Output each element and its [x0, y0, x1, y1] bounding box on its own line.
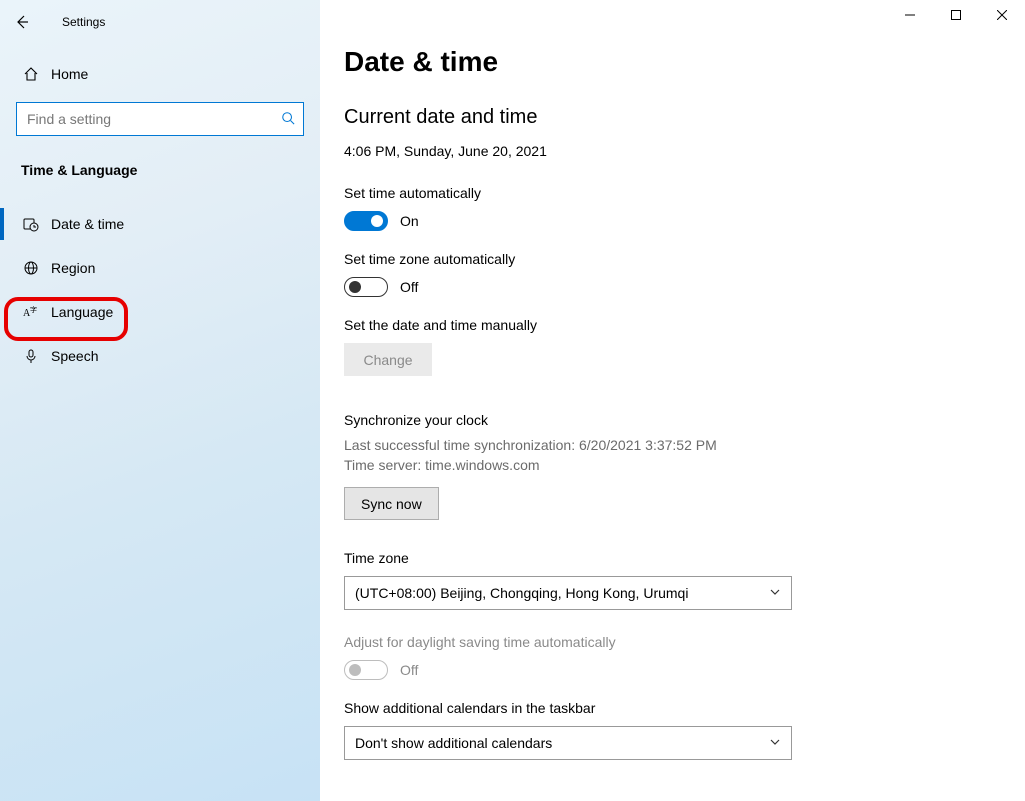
- sidebar-item-label: Date & time: [51, 216, 124, 232]
- chevron-down-icon: [769, 585, 781, 601]
- svg-text:字: 字: [30, 305, 37, 314]
- window-maximize-button[interactable]: [933, 0, 979, 30]
- timezone-label: Time zone: [344, 550, 1001, 566]
- maximize-icon: [951, 10, 961, 20]
- auto-time-state: On: [400, 213, 419, 229]
- sidebar-item-language[interactable]: A字 Language: [0, 290, 320, 334]
- chevron-down-icon: [769, 735, 781, 751]
- sidebar-item-region[interactable]: Region: [0, 246, 320, 290]
- language-icon: A字: [21, 304, 41, 320]
- auto-zone-toggle[interactable]: [344, 277, 388, 297]
- sidebar-item-label: Region: [51, 260, 95, 276]
- sidebar-group-header: Time & Language: [0, 136, 320, 186]
- search-field[interactable]: [25, 110, 281, 128]
- sync-heading: Synchronize your clock: [344, 412, 1001, 428]
- home-label: Home: [51, 66, 88, 82]
- timezone-value: (UTC+08:00) Beijing, Chongqing, Hong Kon…: [355, 585, 688, 601]
- additional-calendars-label: Show additional calendars in the taskbar: [344, 700, 1001, 716]
- manual-label: Set the date and time manually: [344, 317, 1001, 333]
- microphone-icon: [21, 348, 41, 364]
- dst-state: Off: [400, 662, 418, 678]
- sidebar: Settings Home Time & Language Date &: [0, 0, 320, 801]
- sync-last-line: Last successful time synchronization: 6/…: [344, 436, 1001, 456]
- search-icon: [281, 111, 295, 128]
- close-icon: [997, 10, 1007, 20]
- additional-calendars-select[interactable]: Don't show additional calendars: [344, 726, 792, 760]
- auto-time-label: Set time automatically: [344, 185, 1001, 201]
- change-datetime-button: Change: [344, 343, 432, 376]
- minimize-icon: [905, 10, 915, 20]
- sidebar-item-label: Language: [51, 304, 113, 320]
- sidebar-item-date-time[interactable]: Date & time: [0, 202, 320, 246]
- page-title: Date & time: [344, 46, 1001, 78]
- home-icon: [21, 66, 41, 82]
- dst-label: Adjust for daylight saving time automati…: [344, 634, 1001, 650]
- back-button[interactable]: [8, 8, 36, 36]
- main-panel: Date & time Current date and time 4:06 P…: [320, 0, 1025, 801]
- sidebar-item-label: Speech: [51, 348, 98, 364]
- current-datetime-heading: Current date and time: [344, 106, 1001, 129]
- arrow-left-icon: [14, 14, 30, 30]
- sync-server-line: Time server: time.windows.com: [344, 456, 1001, 476]
- app-title: Settings: [62, 15, 105, 29]
- auto-time-toggle[interactable]: [344, 211, 388, 231]
- auto-zone-state: Off: [400, 279, 418, 295]
- window-minimize-button[interactable]: [887, 0, 933, 30]
- sidebar-item-speech[interactable]: Speech: [0, 334, 320, 378]
- additional-calendars-value: Don't show additional calendars: [355, 735, 552, 751]
- current-datetime-value: 4:06 PM, Sunday, June 20, 2021: [344, 143, 1001, 159]
- dst-toggle: [344, 660, 388, 680]
- globe-icon: [21, 260, 41, 276]
- sidebar-item-home[interactable]: Home: [0, 60, 320, 88]
- auto-zone-label: Set time zone automatically: [344, 251, 1001, 267]
- clock-calendar-icon: [21, 216, 41, 232]
- timezone-select[interactable]: (UTC+08:00) Beijing, Chongqing, Hong Kon…: [344, 576, 792, 610]
- sync-now-button[interactable]: Sync now: [344, 487, 439, 520]
- search-input[interactable]: [16, 102, 304, 136]
- window-close-button[interactable]: [979, 0, 1025, 30]
